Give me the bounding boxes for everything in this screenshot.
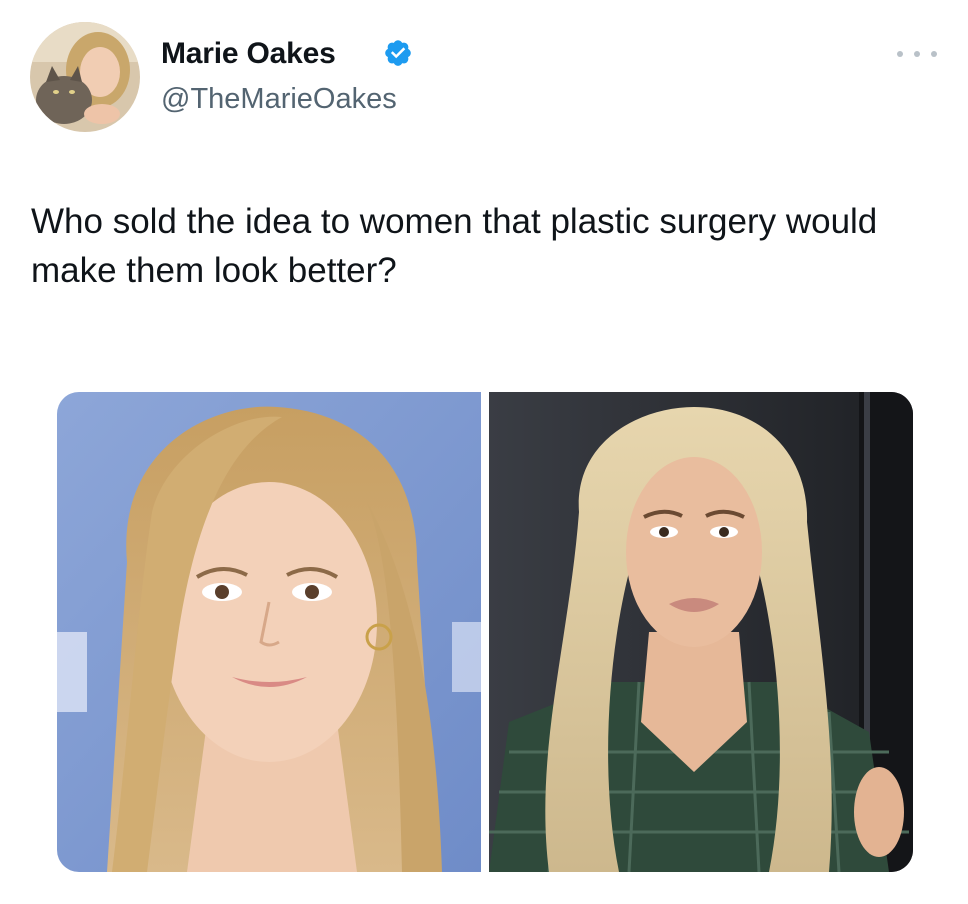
- author-handle[interactable]: @TheMarieOakes: [161, 81, 397, 117]
- portrait-photo-icon: [489, 392, 913, 872]
- avatar-image: [30, 22, 140, 132]
- media-photo-right[interactable]: [489, 392, 913, 872]
- more-dot: [931, 51, 937, 57]
- verified-badge-icon: [385, 40, 411, 66]
- author-avatar[interactable]: [30, 22, 140, 132]
- media-photo-left[interactable]: [57, 392, 481, 872]
- tweet-media-grid: [57, 392, 913, 872]
- tweet-text: Who sold the idea to women that plastic …: [31, 202, 878, 290]
- more-dot: [897, 51, 903, 57]
- tweet-card: Marie Oakes @TheMarieOakes Who sold the …: [0, 0, 968, 904]
- more-dot: [914, 51, 920, 57]
- portrait-photo-icon: [57, 392, 481, 872]
- more-options-icon[interactable]: [897, 44, 937, 64]
- author-display-name[interactable]: Marie Oakes: [161, 36, 336, 72]
